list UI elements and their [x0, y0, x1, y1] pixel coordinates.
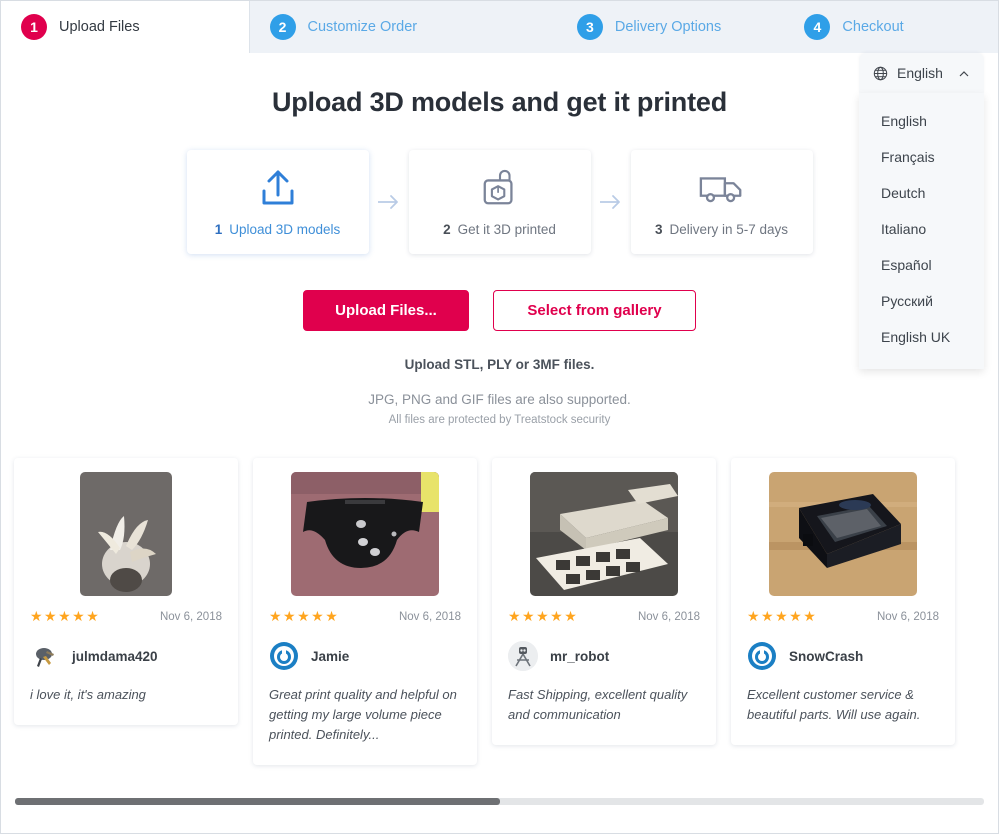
rating-stars: ★★★★★	[747, 608, 818, 624]
arrow-right-icon	[591, 193, 631, 211]
review-card[interactable]: ★★★★★ Nov 6, 2018 Jamie Great print qual…	[253, 458, 477, 766]
horizontal-scrollbar-thumb[interactable]	[15, 798, 500, 805]
step-tab-checkout[interactable]: 4 Checkout	[784, 1, 998, 53]
chevron-up-icon	[958, 67, 970, 79]
language-selected-label: English	[897, 65, 943, 81]
globe-icon	[873, 66, 888, 81]
language-dropdown-menu: English Français Deutch Italiano Español…	[859, 93, 984, 369]
process-card-print[interactable]: 2 Get it 3D printed	[408, 150, 591, 254]
review-username: Jamie	[311, 648, 350, 664]
step-tab-label: Delivery Options	[614, 19, 722, 35]
step-tab-label: Checkout	[842, 19, 904, 35]
review-text: Fast Shipping, excellent quality and com…	[508, 687, 688, 723]
review-text: Great print quality and helpful on getti…	[269, 687, 457, 743]
review-card[interactable]: ★★★★★ Nov 6, 2018 mr_robot Fast Shipping…	[492, 458, 716, 746]
review-user: SnowCrash	[747, 641, 939, 671]
process-index: 1	[214, 221, 223, 237]
avatar	[508, 641, 538, 671]
review-photo	[291, 472, 439, 596]
process-label: Delivery in 5-7 days	[669, 221, 789, 237]
language-option-italiano[interactable]: Italiano	[859, 211, 984, 247]
process-steps-row: 1 Upload 3D models 2 Get it 3D printed 3…	[1, 150, 998, 254]
truck-icon	[698, 168, 746, 210]
review-photo	[769, 472, 917, 596]
process-label: Get it 3D printed	[457, 221, 556, 237]
rating-stars: ★★★★★	[508, 608, 579, 624]
review-date: Nov 6, 2018	[159, 610, 222, 623]
process-card-label-wrap: 2 Get it 3D printed	[443, 222, 556, 237]
action-buttons-row: Upload Files... Select from gallery	[1, 290, 998, 331]
language-option-english-uk[interactable]: English UK	[859, 319, 984, 355]
process-index: 2	[443, 221, 451, 237]
step-progress-bar: 1 Upload Files 2 Customize Order 3 Deliv…	[1, 1, 998, 53]
arrow-right-icon	[369, 193, 409, 211]
rating-stars: ★★★★★	[30, 608, 101, 624]
main-content: Upload 3D models and get it printed 1 Up…	[1, 53, 998, 766]
review-username: mr_robot	[550, 648, 610, 664]
review-text: i love it, it's amazing	[30, 687, 146, 702]
process-index: 3	[654, 221, 663, 237]
process-card-upload[interactable]: 1 Upload 3D models	[186, 150, 369, 254]
review-meta: ★★★★★ Nov 6, 2018	[30, 608, 222, 625]
step-tab-label: Customize Order	[307, 19, 418, 35]
step-tab-customize-order[interactable]: 2 Customize Order	[249, 1, 557, 53]
review-meta: ★★★★★ Nov 6, 2018	[269, 608, 461, 625]
page-title: Upload 3D models and get it printed	[271, 87, 728, 117]
step-number-badge: 4	[804, 14, 831, 40]
language-option-deutch[interactable]: Deutch	[859, 175, 984, 211]
step-number-badge: 1	[21, 14, 47, 40]
step-tab-delivery-options[interactable]: 3 Delivery Options	[556, 1, 785, 53]
image-formats-hint: JPG, PNG and GIF files are also supporte…	[368, 392, 631, 407]
review-user: mr_robot	[508, 641, 700, 671]
review-user: Jamie	[269, 641, 461, 671]
process-card-delivery[interactable]: 3 Delivery in 5-7 days	[630, 150, 813, 254]
review-date: Nov 6, 2018	[398, 610, 461, 623]
review-text: Excellent customer service & beautiful p…	[747, 687, 921, 723]
upload-files-button[interactable]: Upload Files...	[303, 290, 469, 331]
supported-formats-hint: Upload STL, PLY or 3MF files.	[404, 357, 595, 372]
process-card-label-wrap: 3 Delivery in 5-7 days	[655, 222, 788, 237]
language-option-russian[interactable]: Русский	[859, 283, 984, 319]
upload-page-window: 1 Upload Files 2 Customize Order 3 Deliv…	[0, 0, 999, 834]
review-user: julmdama420	[30, 641, 222, 671]
review-meta: ★★★★★ Nov 6, 2018	[747, 608, 939, 625]
horizontal-scrollbar[interactable]	[15, 798, 984, 805]
review-username: julmdama420	[72, 648, 158, 664]
step-number-badge: 3	[576, 14, 603, 40]
language-selector-button[interactable]: English	[859, 53, 984, 93]
review-photo	[530, 472, 678, 596]
select-from-gallery-button[interactable]: Select from gallery	[493, 290, 696, 331]
language-option-francais[interactable]: Français	[859, 139, 984, 175]
reviews-carousel: ★★★★★ Nov 6, 2018 julmdama420 i love it,…	[1, 458, 998, 766]
review-card[interactable]: ★★★★★ Nov 6, 2018 SnowCrash Excellent cu…	[731, 458, 955, 746]
step-tab-label: Upload Files	[59, 19, 140, 35]
review-date: Nov 6, 2018	[876, 610, 939, 623]
review-photo	[80, 472, 172, 596]
printer-icon	[480, 168, 520, 210]
step-tab-upload-files[interactable]: 1 Upload Files	[1, 1, 250, 53]
security-hint: All files are protected by Treatstock se…	[388, 414, 611, 426]
avatar	[30, 641, 60, 671]
review-card[interactable]: ★★★★★ Nov 6, 2018 julmdama420 i love it,…	[14, 458, 238, 726]
language-option-espanol[interactable]: Español	[859, 247, 984, 283]
process-label: Upload 3D models	[229, 221, 341, 237]
review-username: SnowCrash	[789, 648, 864, 664]
review-date: Nov 6, 2018	[637, 610, 700, 623]
language-selector: English English Français Deutch Italiano…	[859, 53, 984, 369]
process-card-label-wrap: 1 Upload 3D models	[215, 222, 341, 237]
upload-icon	[256, 168, 300, 210]
avatar	[269, 641, 299, 671]
language-option-english[interactable]: English	[859, 103, 984, 139]
rating-stars: ★★★★★	[269, 608, 340, 624]
avatar	[747, 641, 777, 671]
review-meta: ★★★★★ Nov 6, 2018	[508, 608, 700, 625]
step-number-badge: 2	[269, 14, 296, 40]
